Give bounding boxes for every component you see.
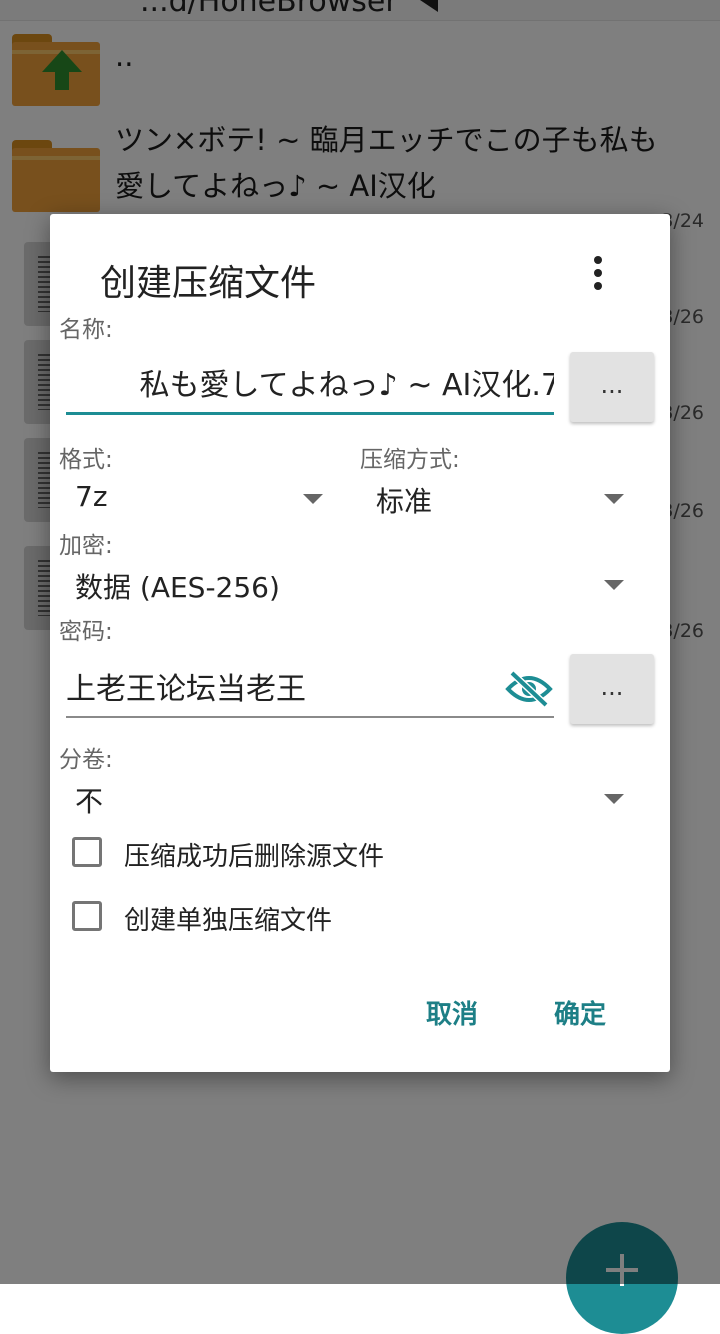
format-label: 格式: <box>59 447 113 473</box>
compression-label: 压缩方式: <box>360 447 460 473</box>
more-vert-icon[interactable] <box>590 256 606 296</box>
format-value: 7z <box>75 480 108 513</box>
password-value: 上老王论坛当老王 <box>66 672 306 707</box>
dropdown-arrow-icon <box>604 580 624 590</box>
split-value: 不 <box>75 785 104 818</box>
dropdown-arrow-icon <box>604 494 624 504</box>
archive-name-input[interactable]: 私も愛してよねっ♪ ~ AI汉化.7 <box>66 362 554 415</box>
browse-destination-button[interactable]: ... <box>570 352 654 422</box>
cancel-button[interactable]: 取消 <box>426 994 478 1031</box>
encryption-value: 数据 (AES-256) <box>75 571 280 604</box>
password-input[interactable]: 上老王论坛当老王 <box>66 666 554 718</box>
encryption-label: 加密: <box>59 533 113 559</box>
split-label: 分卷: <box>59 747 113 773</box>
compression-value: 标准 <box>376 485 433 518</box>
eye-off-icon[interactable] <box>504 669 554 709</box>
name-label: 名称: <box>59 317 113 343</box>
dropdown-arrow-icon <box>604 794 624 804</box>
split-volume-dropdown[interactable]: 不 <box>59 778 629 822</box>
format-dropdown[interactable]: 7z <box>59 478 329 522</box>
archive-name-value: 私も愛してよねっ♪ ~ AI汉化.7 <box>139 368 554 403</box>
delete-source-label: 压缩成功后删除源文件 <box>124 842 385 872</box>
delete-source-option[interactable]: 压缩成功后删除源文件 <box>72 834 592 874</box>
separate-archives-checkbox[interactable] <box>72 901 102 931</box>
delete-source-checkbox[interactable] <box>72 837 102 867</box>
dialog-title: 创建压缩文件 <box>100 263 317 304</box>
dropdown-arrow-icon <box>303 494 323 504</box>
password-label: 密码: <box>59 619 113 645</box>
compression-dropdown[interactable]: 标准 <box>360 478 630 522</box>
password-options-button[interactable]: ... <box>570 654 654 724</box>
encryption-dropdown[interactable]: 数据 (AES-256) <box>59 564 629 608</box>
separate-archives-label: 创建单独压缩文件 <box>124 906 333 936</box>
ok-button[interactable]: 确定 <box>554 994 606 1031</box>
create-archive-dialog: 创建压缩文件 名称: 私も愛してよねっ♪ ~ AI汉化.7 ... 格式: 压缩… <box>50 214 670 1072</box>
separate-archives-option[interactable]: 创建单独压缩文件 <box>72 898 592 938</box>
